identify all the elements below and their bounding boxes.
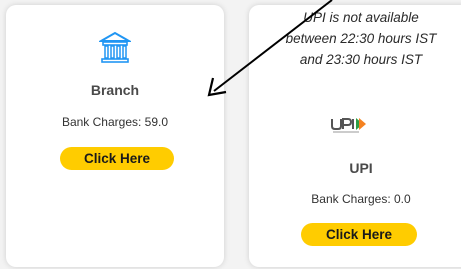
branch-title: Branch: [90, 82, 140, 98]
upi-notice-line-3: and 23:30 hours IST: [299, 52, 423, 67]
branch-bank-charges: Bank Charges: 59.0: [61, 115, 169, 129]
upi-title: UPI: [349, 160, 373, 176]
upi-logo: [331, 118, 366, 133]
branch-card: Branch Bank Charges: 59.0 Click Here: [6, 5, 224, 267]
upi-bank-charges: Bank Charges: 0.0: [311, 192, 411, 206]
upi-click-here-button[interactable]: Click Here: [301, 223, 417, 246]
upi-availability-notice: UPI is not available between 22:30 hours…: [249, 7, 461, 70]
upi-notice-line-2: between 22:30 hours IST: [285, 31, 437, 46]
bank-building-icon: [99, 31, 131, 63]
branch-click-here-button[interactable]: Click Here: [60, 147, 174, 170]
upi-card: UPI is not available between 22:30 hours…: [249, 5, 461, 267]
upi-notice-line-1: UPI is not available: [303, 10, 419, 25]
